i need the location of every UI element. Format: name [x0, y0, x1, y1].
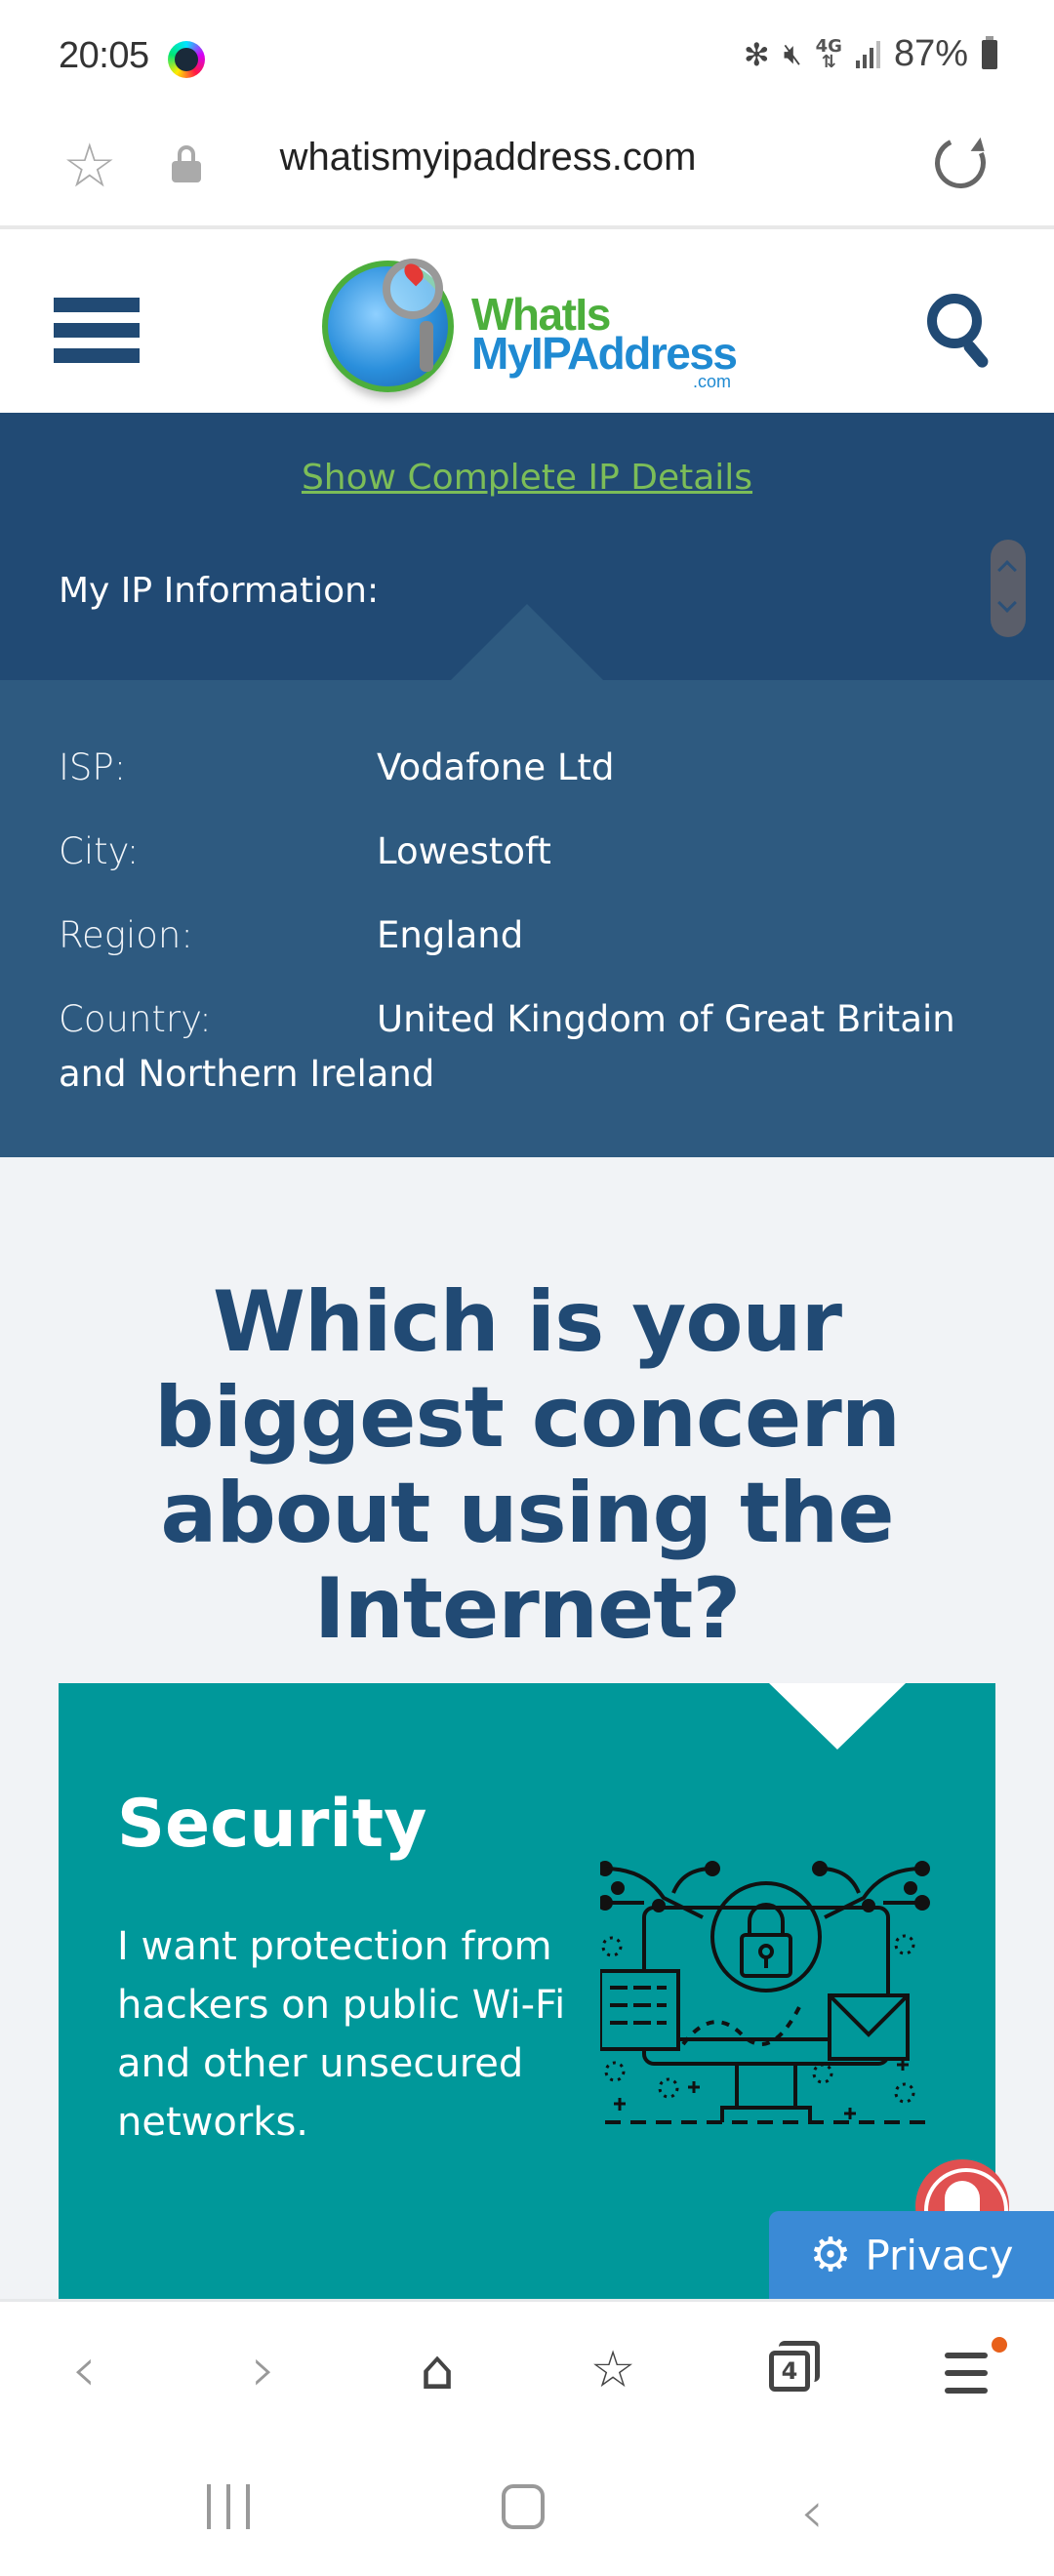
ip-row-value: Vodafone Ltd	[377, 746, 615, 788]
home-icon[interactable]: ⌂	[398, 2331, 476, 2409]
system-nav-bar: ‹	[0, 2435, 1054, 2576]
gear-icon: ⚙	[809, 2228, 852, 2282]
ip-row-value: England	[377, 914, 524, 956]
privacy-label: Privacy	[865, 2231, 1014, 2279]
ip-row-label: ISP:	[59, 746, 127, 788]
battery-percent: 87%	[893, 33, 968, 74]
logo-text-com: .com	[693, 372, 732, 391]
status-time: 20:05	[59, 35, 149, 76]
show-complete-ip-details-link[interactable]: Show Complete IP Details	[0, 458, 1054, 498]
back-nav-icon[interactable]: ‹	[800, 2478, 824, 2547]
network-type: 4G	[815, 35, 842, 57]
ip-row-label: City:	[59, 830, 140, 872]
magnifier-handle	[420, 321, 433, 372]
ip-row-value: Lowestoft	[377, 830, 551, 872]
forward-icon[interactable]: ›	[224, 2331, 303, 2409]
ip-row-isp: ISP: Vodafone Ltd	[59, 741, 995, 795]
ip-info-header: Show Complete IP Details My IP Informati…	[0, 413, 1054, 680]
ip-row-city: City: Lowestoft	[59, 825, 995, 879]
privacy-settings-button[interactable]: ⚙ Privacy	[769, 2211, 1054, 2299]
browser-url-bar: ☆ whatismyipaddress.com	[0, 112, 1054, 229]
browser-menu-icon[interactable]	[925, 2331, 1007, 2409]
site-logo[interactable]: WhatIs MyIPAddress .com	[322, 251, 742, 399]
search-icon[interactable]	[925, 292, 999, 371]
card-title: Security	[117, 1786, 427, 1863]
recent-apps-icon[interactable]	[207, 2484, 250, 2529]
ip-row-region: Region: England	[59, 908, 995, 963]
concern-question-heading: Which is your biggest concern about usin…	[154, 1273, 901, 1658]
status-icons: ✻ 🔇︎ 4G ⇅ 87%	[744, 33, 997, 75]
status-bar: 20:05 ✻ 🔇︎ 4G ⇅ 87%	[0, 0, 1054, 112]
ip-row-label: Country:	[59, 998, 212, 1040]
ip-row-country: Country: United Kingdom of Great Britain …	[59, 992, 995, 1102]
screen-recorder-icon	[168, 41, 205, 78]
scroll-control[interactable]	[991, 540, 1026, 637]
url-field[interactable]: whatismyipaddress.com	[0, 136, 1054, 180]
tabs-button[interactable]: 4	[751, 2331, 830, 2409]
battery-icon	[982, 35, 997, 69]
notification-dot	[992, 2337, 1007, 2353]
mute-icon: 🔇︎	[783, 37, 802, 71]
card-description: I want protection from hackers on public…	[117, 1924, 566, 2145]
site-header: WhatIs MyIPAddress .com	[0, 233, 1054, 413]
chevron-down-icon[interactable]	[997, 593, 1017, 613]
back-icon[interactable]: ‹	[45, 2331, 123, 2409]
bluetooth-icon: ✻	[743, 35, 770, 73]
secure-computer-illustration-icon	[600, 1861, 930, 2124]
chevron-up-icon[interactable]	[997, 560, 1017, 580]
logo-text-myipaddress: MyIPAddress	[471, 328, 738, 379]
ip-info-body: ISP: Vodafone Ltd City: Lowestoft Region: E…	[0, 680, 1054, 1157]
caret-pointer	[451, 604, 603, 680]
menu-icon[interactable]	[54, 298, 140, 364]
browser-toolbar: ‹ › ⌂ ☆ 4	[0, 2299, 1054, 2435]
signal-icon	[855, 40, 880, 68]
ip-info-title: My IP Information:	[59, 571, 380, 611]
home-nav-icon[interactable]	[502, 2484, 545, 2529]
card-notch	[769, 1683, 906, 1750]
bookmarks-icon[interactable]: ☆	[574, 2331, 652, 2409]
tab-count: 4	[769, 2351, 810, 2392]
network-4g-icon: 4G ⇅	[815, 35, 842, 72]
main-content: Which is your biggest concern about usin…	[0, 1157, 1054, 2308]
ip-row-label: Region:	[59, 914, 193, 956]
